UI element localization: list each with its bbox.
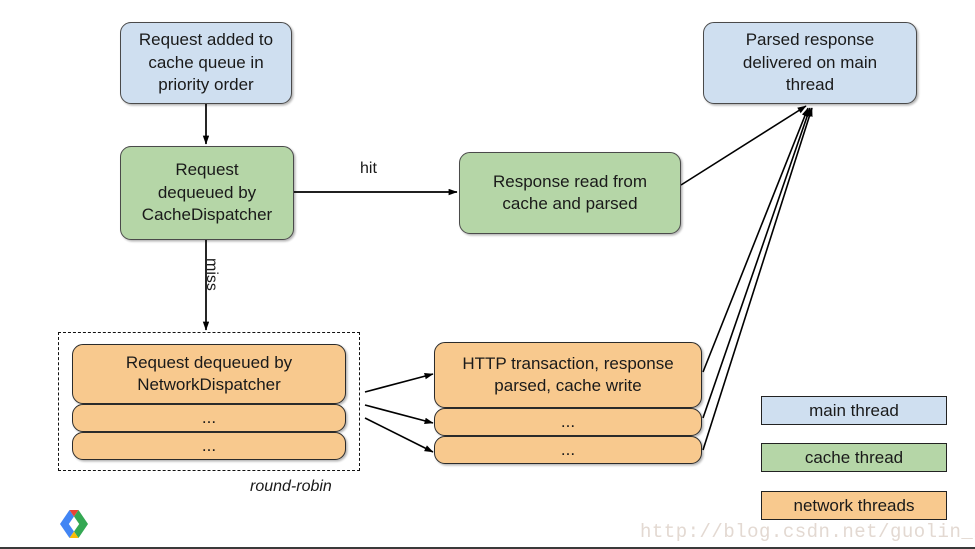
edge-cacheread-to-parsed (680, 105, 807, 186)
watermark-url: http://blog.csdn.net/guolin_blog (640, 521, 975, 543)
node-cache-queue[interactable]: Request added to cache queue in priority… (120, 22, 292, 104)
node-cache-dispatcher[interactable]: Request dequeued by CacheDispatcher (120, 146, 294, 240)
google-developers-logo (56, 508, 92, 545)
edge-roundrobin-2 (364, 404, 434, 424)
legend-item-cache-thread[interactable]: cache thread (761, 443, 947, 472)
edge-http1-to-parsed (702, 107, 809, 373)
node-http-transaction-2[interactable]: ... (434, 408, 702, 436)
node-cache-read[interactable]: Response read from cache and parsed (459, 152, 681, 234)
edge-roundrobin-1 (364, 373, 434, 393)
legend-item-network-threads[interactable]: network threads (761, 491, 947, 520)
edge-http2-to-parsed (702, 107, 811, 419)
edge-label-hit: hit (360, 160, 377, 177)
legend-label-network-threads: network threads (793, 495, 915, 515)
edge-roundrobin-3 (364, 417, 434, 453)
caption-round-robin: round-robin (250, 478, 332, 495)
legend-label-main-thread: main thread (809, 400, 899, 420)
node-network-dispatcher[interactable]: Request dequeued by NetworkDispatcher (72, 344, 346, 404)
edge-label-miss: miss (203, 258, 220, 291)
node-http-transaction-3[interactable]: ... (434, 436, 702, 464)
diagram-canvas: Request added to cache queue in priority… (0, 0, 975, 549)
legend-label-cache-thread: cache thread (804, 447, 904, 467)
node-http-transaction[interactable]: HTTP transaction, response parsed, cache… (434, 342, 702, 408)
node-network-dispatcher-2[interactable]: ... (72, 404, 346, 432)
node-parsed-response[interactable]: Parsed response delivered on main thread (703, 22, 917, 104)
node-network-dispatcher-3[interactable]: ... (72, 432, 346, 460)
legend-item-main-thread[interactable]: main thread (761, 396, 947, 425)
